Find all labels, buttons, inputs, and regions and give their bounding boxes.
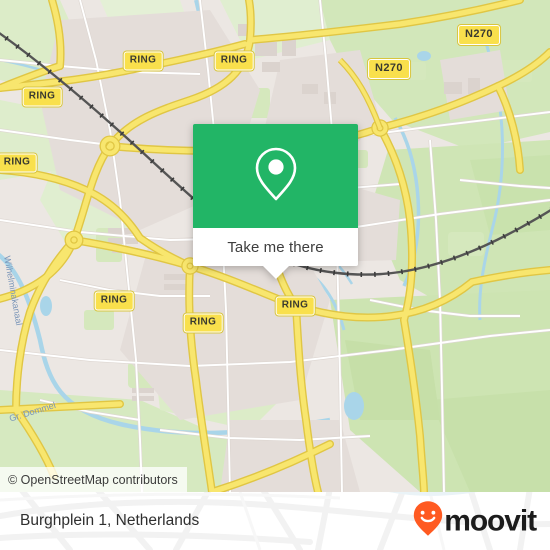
moovit-map-screenshot: RING RING RING RING RING RING RING N270 … <box>0 0 550 550</box>
take-me-there-label: Take me there <box>227 238 324 256</box>
popup-tail-pointer <box>261 265 290 279</box>
road-shield: RING <box>123 51 163 71</box>
road-shield: N270 <box>368 59 410 79</box>
road-shield: RING <box>214 51 254 71</box>
popup-action-area[interactable]: Take me there <box>193 228 358 266</box>
footer-bar: Burghplein 1, Netherlands moovit <box>0 492 550 550</box>
road-shield: RING <box>22 87 62 107</box>
road-shield: RING <box>94 291 134 311</box>
map-canvas[interactable]: RING RING RING RING RING RING RING N270 … <box>0 0 550 492</box>
road-shield: N270 <box>458 25 500 45</box>
road-shield: RING <box>275 296 315 316</box>
osm-attribution-text: © OpenStreetMap contributors <box>8 472 178 487</box>
moovit-pin-smile-icon <box>413 501 443 542</box>
moovit-wordmark: moovit <box>444 504 537 537</box>
map-pin-icon <box>252 145 300 208</box>
road-shield: RING <box>183 313 223 333</box>
address-label: Burghplein 1, Netherlands <box>20 512 200 529</box>
attribution-bar: © OpenStreetMap contributors <box>0 467 187 492</box>
moovit-logo[interactable]: moovit <box>413 501 537 542</box>
road-shield: RING <box>0 153 37 173</box>
popup-icon-area <box>193 124 358 228</box>
location-popup-card[interactable]: Take me there <box>193 124 358 279</box>
